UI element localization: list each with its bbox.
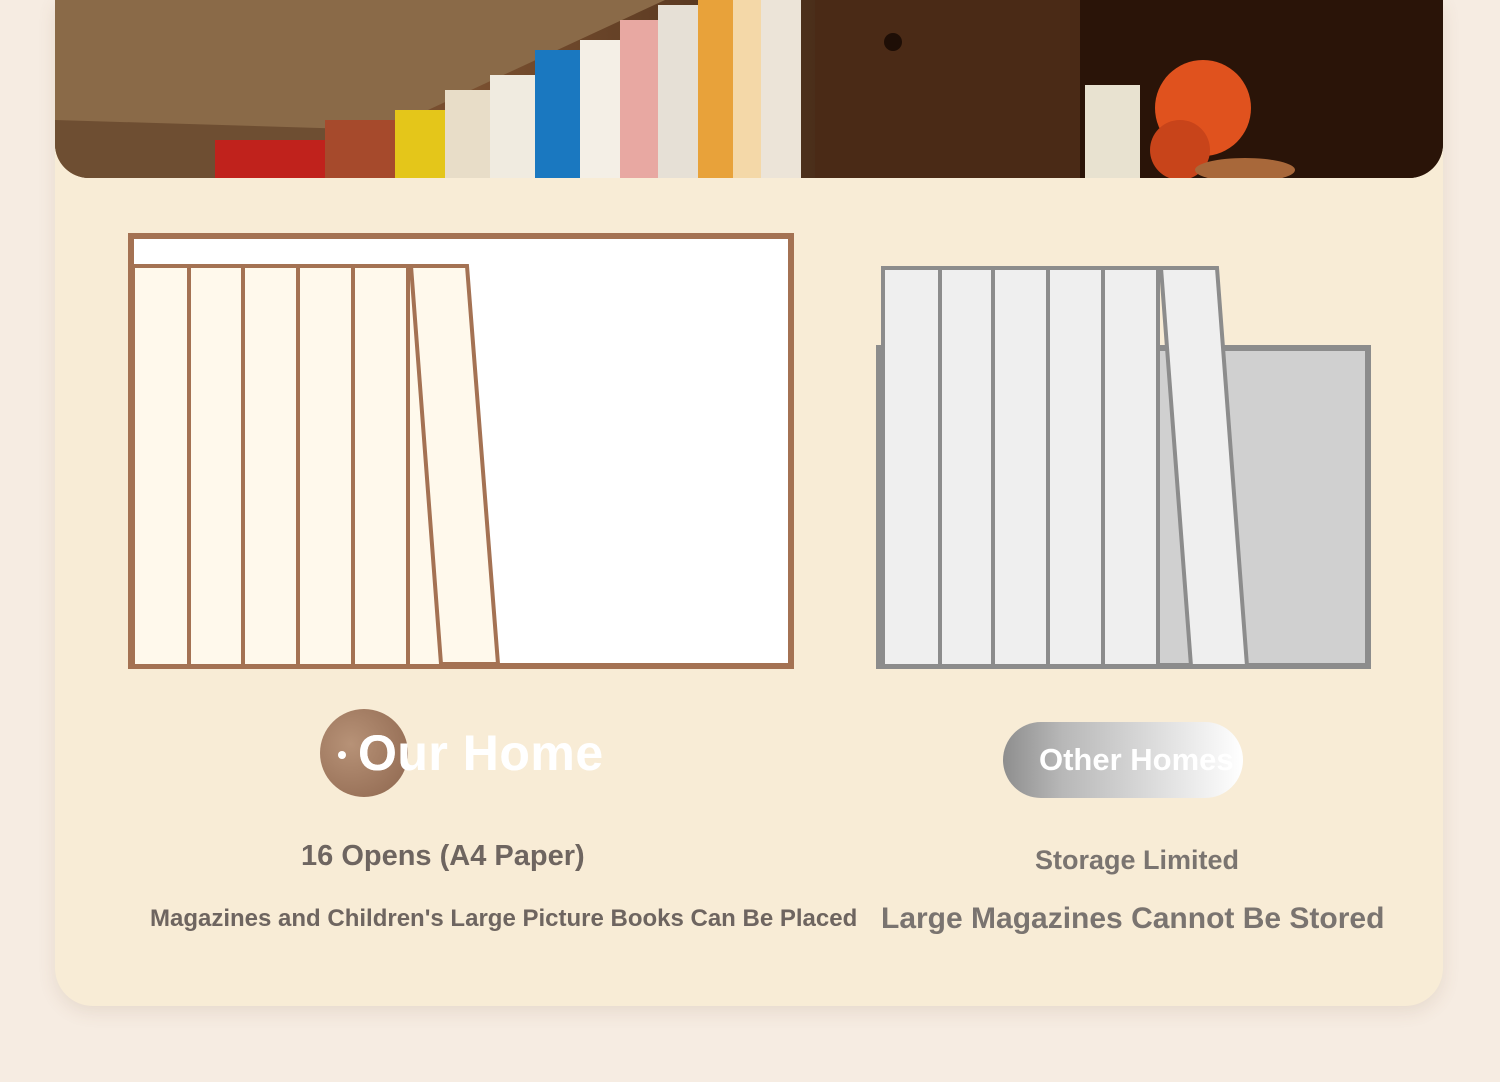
our-home-note: Magazines and Children's Large Picture B…	[150, 905, 858, 932]
comparison-card: Our Home Other Homes 16 Opens (A4 Paper)…	[55, 0, 1443, 1006]
other-homes-badge: Other Homes	[1003, 722, 1243, 798]
other-homes-shelf-diagram	[876, 266, 1371, 669]
our-home-spec: 16 Opens (A4 Paper)	[301, 840, 585, 872]
other-homes-title: Other Homes	[1039, 742, 1234, 777]
our-home-shelf-diagram	[128, 233, 794, 669]
other-homes-spec: Storage Limited	[1035, 845, 1240, 875]
bookshelf-photo	[55, 0, 1443, 178]
bookshelf-illustration	[55, 0, 1443, 178]
our-home-title: Our Home	[358, 725, 604, 781]
other-homes-note: Large Magazines Cannot Be Stored	[881, 902, 1385, 935]
our-home-badge: Our Home	[320, 708, 640, 798]
